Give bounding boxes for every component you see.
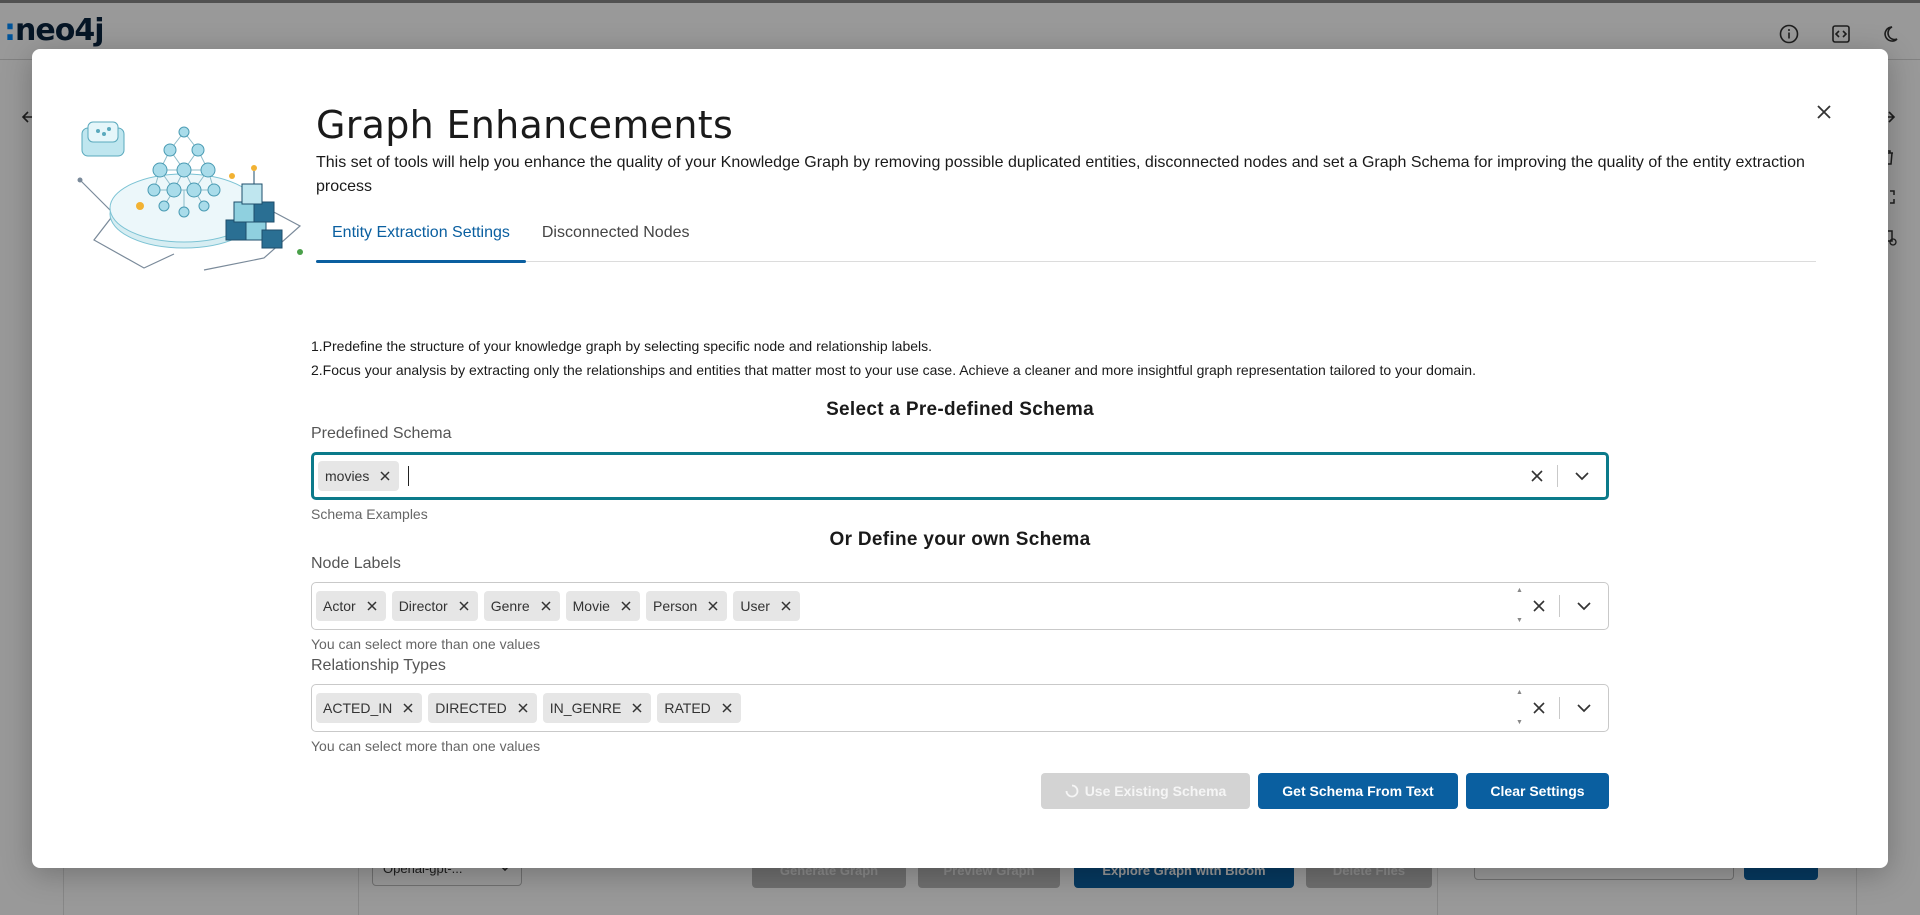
graph-illustration	[74, 118, 304, 278]
tab-disconnected-nodes[interactable]: Disconnected Nodes	[526, 218, 706, 262]
use-existing-schema-button[interactable]: Use Existing Schema	[1041, 773, 1250, 809]
instruction-line: 1.Predefine the structure of your knowle…	[311, 338, 933, 354]
instruction-line: 2.Focus your analysis by extracting only…	[311, 362, 1476, 378]
label-chip: Director	[391, 591, 478, 621]
relationship-types-label: Relationship Types	[311, 657, 446, 674]
node-labels-help: You can select more than one values	[311, 636, 541, 652]
chip-label: User	[740, 598, 770, 614]
modal-tabs: Entity Extraction Settings Disconnected …	[316, 218, 1816, 263]
close-icon	[1817, 105, 1831, 119]
chip-remove-icon[interactable]	[778, 598, 794, 614]
modal-subtitle: This set of tools will help you enhance …	[316, 154, 1805, 195]
relationship-types-help: You can select more than one values	[311, 738, 541, 754]
instructions: 1.Predefine the structure of your knowle…	[311, 334, 1476, 382]
label-chip: DIRECTED	[428, 693, 537, 723]
chip-label: Movie	[572, 598, 610, 614]
modal-title: Graph Enhancements	[316, 103, 734, 147]
chip-remove-icon[interactable]	[515, 700, 531, 716]
predefined-schema-label: Predefined Schema	[311, 425, 452, 442]
predefined-schema-select[interactable]: movies	[311, 452, 1609, 500]
label-chip: User	[733, 591, 800, 621]
chip-remove-icon[interactable]	[719, 700, 735, 716]
schema-chip: movies	[318, 461, 400, 491]
chip-label: Director	[398, 598, 448, 614]
chip-label: Person	[652, 598, 698, 614]
label-chip: Genre	[483, 591, 560, 621]
chip-label: movies	[325, 468, 370, 484]
clear-selection-icon[interactable]	[1517, 455, 1557, 497]
relationship-types-select[interactable]: ACTED_IN DIRECTED IN_GENRE RATED ▲ ▼	[311, 684, 1609, 732]
label-chip: Actor	[316, 591, 386, 621]
chip-label: Actor	[323, 598, 356, 614]
schema-examples-help: Schema Examples	[311, 506, 428, 522]
chip-remove-icon[interactable]	[618, 598, 634, 614]
chip-label: ACTED_IN	[323, 700, 393, 716]
label-chip: Person	[645, 591, 728, 621]
chip-label: RATED	[664, 700, 711, 716]
close-modal-button[interactable]	[1812, 100, 1836, 124]
node-labels-label: Node Labels	[311, 555, 401, 572]
label-chip: IN_GENRE	[542, 693, 652, 723]
get-schema-from-text-button[interactable]: Get Schema From Text	[1258, 773, 1458, 809]
tab-entity-extraction-settings[interactable]: Entity Extraction Settings	[316, 218, 526, 263]
text-caret	[408, 466, 410, 486]
chip-label: DIRECTED	[435, 700, 507, 716]
clear-settings-button[interactable]: Clear Settings	[1466, 773, 1609, 809]
chip-remove-icon[interactable]	[629, 700, 645, 716]
chip-remove-icon[interactable]	[364, 598, 380, 614]
chip-remove-icon[interactable]	[456, 598, 472, 614]
label-chip: Movie	[565, 591, 640, 621]
clear-selection-icon[interactable]	[1519, 685, 1559, 731]
chevron-down-icon[interactable]	[1560, 583, 1608, 629]
label-chip: RATED	[657, 693, 741, 723]
predefined-section-title: Select a Pre-defined Schema	[826, 399, 1094, 420]
chip-remove-icon[interactable]	[377, 468, 393, 484]
chip-remove-icon[interactable]	[705, 598, 721, 614]
label-chip: ACTED_IN	[316, 693, 423, 723]
node-labels-select[interactable]: Actor Director Genre Movie Person User ▲ ▼	[311, 582, 1609, 630]
chevron-down-icon[interactable]	[1560, 685, 1608, 731]
chip-remove-icon[interactable]	[538, 598, 554, 614]
chip-label: IN_GENRE	[549, 700, 622, 716]
chevron-down-icon[interactable]	[1558, 455, 1606, 497]
chip-remove-icon[interactable]	[400, 700, 416, 716]
chip-label: Genre	[490, 598, 530, 614]
clear-selection-icon[interactable]	[1519, 583, 1559, 629]
custom-section-title: Or Define your own Schema	[829, 529, 1091, 550]
spinner-icon	[1065, 784, 1079, 798]
